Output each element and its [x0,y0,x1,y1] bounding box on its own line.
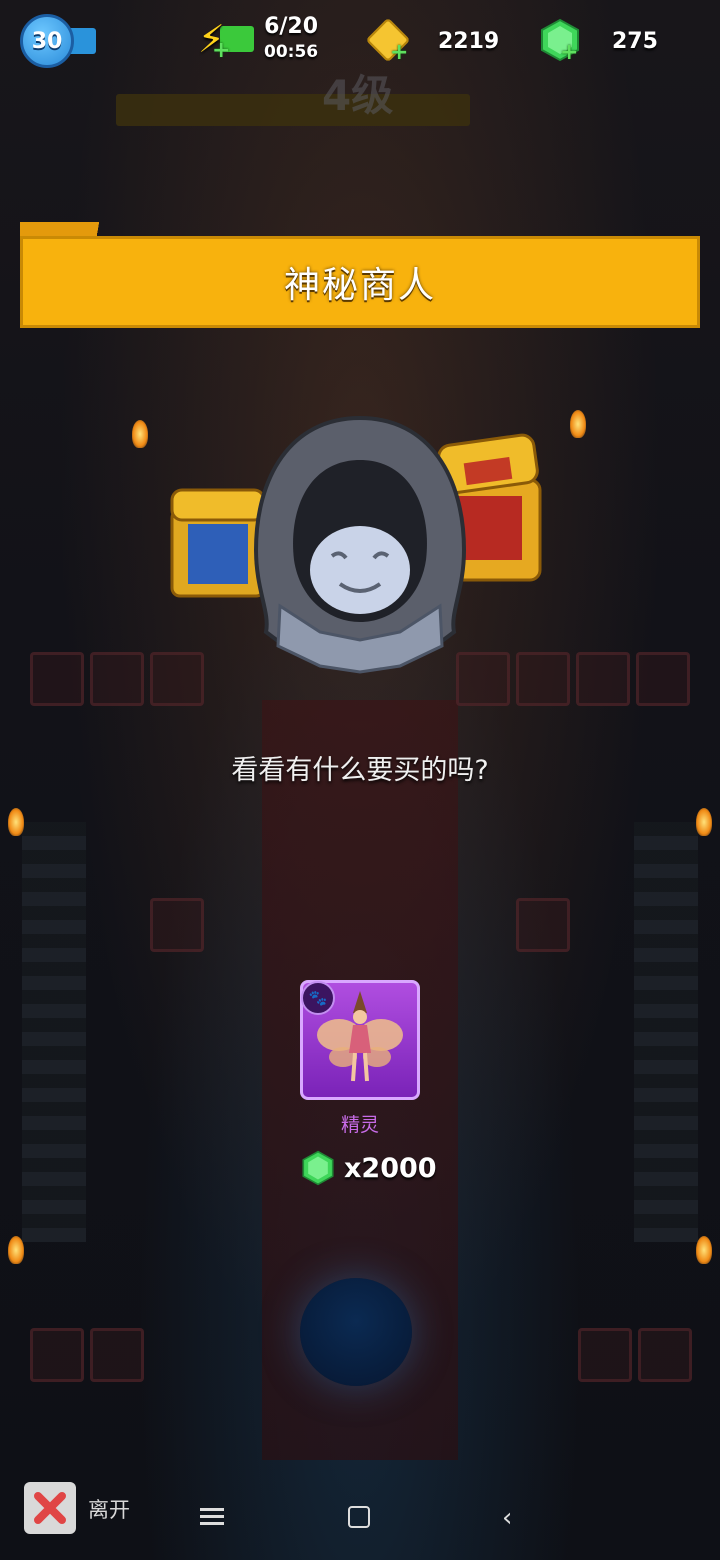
mysterious-merchant-illustration [170,415,542,674]
floor-tile [90,1328,144,1382]
torch-icon [696,1236,712,1264]
gem-value: 275 [612,28,658,54]
floor-tile [30,1328,84,1382]
leave-button[interactable] [24,1482,76,1534]
merchant-banner: 神秘商人 [20,236,700,328]
floor-tile [578,1328,632,1382]
energy-counter[interactable]: ⚡ + 6/20 00:56 [198,14,319,63]
torch-icon [696,808,712,836]
recent-apps-icon[interactable] [200,1504,224,1529]
right-wall-decoration [634,822,698,1242]
item-name: 精灵 [340,1114,379,1136]
floor-tile [638,1328,692,1382]
torch-icon [570,410,586,438]
torch-icon [8,808,24,836]
background-progress-bar [116,94,470,126]
energy-timer: 00:56 [264,42,319,62]
portal-orb [300,1278,412,1386]
price-button[interactable]: x2000 [300,1150,437,1186]
player-level-badge[interactable]: 30 [20,14,74,68]
gold-counter[interactable]: + 2219 [365,17,500,65]
torch-icon [8,1236,24,1264]
left-wall-decoration [22,822,86,1242]
floor-tile [516,898,570,952]
price-value: x2000 [344,1152,437,1184]
floor-tile [576,652,630,706]
energy-value: 6/20 [264,14,319,39]
back-icon[interactable]: ‹ [502,1503,512,1533]
floor-tile [150,898,204,952]
gem-counter[interactable]: + 275 [538,18,658,65]
leave-label[interactable]: 离开 [88,1494,130,1524]
paw-icon: 🐾 [301,981,335,1015]
close-icon [34,1492,66,1524]
gold-icon: + [365,17,412,65]
background-level-label: 4级 [322,71,394,120]
gem-icon [302,1150,334,1186]
floor-tile [90,652,144,706]
energy-icon: ⚡ + [198,18,256,63]
gold-value: 2219 [438,28,500,54]
floor-tile [30,652,84,706]
gem-icon: + [538,18,584,65]
home-icon[interactable] [348,1506,370,1528]
banner-title: 神秘商人 [283,265,436,306]
merchant-prompt: 看看有什么要买的吗? [231,755,489,786]
torch-icon [132,420,148,448]
floor-tile [636,652,690,706]
